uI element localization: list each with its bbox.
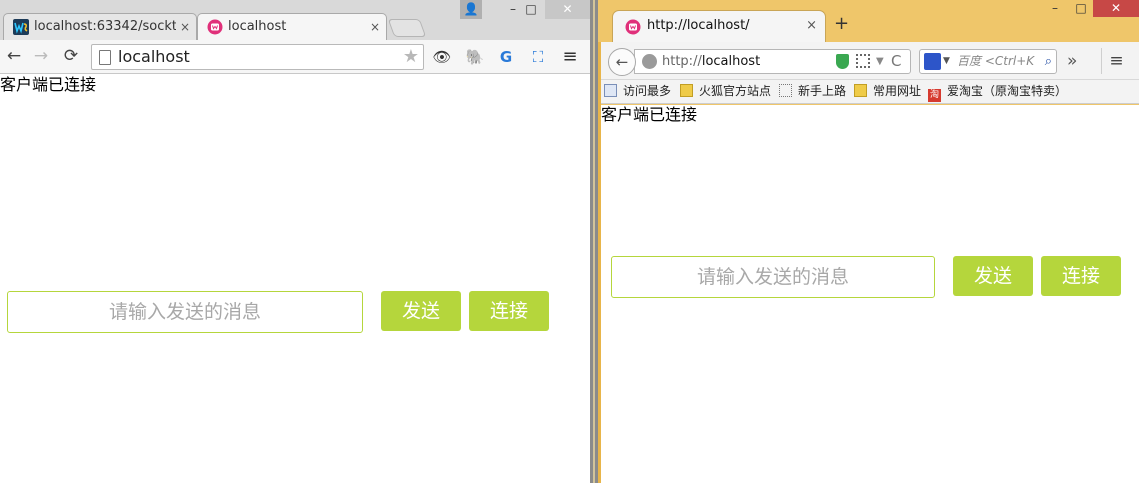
tab-localhost[interactable]: localhost × [197,13,387,40]
close-icon[interactable]: × [806,11,817,41]
chrome-toolbar: ← → ⟳ localhost ★ 👁 🐘 G ⛶ ≡ [0,40,590,74]
firefox-window: http://localhost/ × + – □ ✕ http://local… [598,0,1139,483]
tab-title: http://localhost/ [647,18,750,33]
bookmark-label: 访问最多 [623,84,672,98]
webstorm-icon [13,19,29,35]
dropdown-icon[interactable]: ▼ [876,50,884,73]
back-button[interactable]: ← [608,48,636,76]
send-button[interactable]: 发送 [381,291,461,331]
bookmark-ai-taobao[interactable]: 淘爱淘宝（原淘宝特卖） [928,80,1067,103]
bookmark-label: 常用网址 [873,84,922,98]
address-bar[interactable]: http://localhost ▼ C [634,49,911,74]
reload-button[interactable]: ⟳ [60,45,82,67]
close-window-button[interactable]: ✕ [545,0,590,19]
user-icon[interactable]: 👤 [460,0,482,19]
baidu-engine-icon[interactable] [924,53,941,70]
new-tab-button[interactable]: + [834,13,849,35]
address-text[interactable]: localhost [118,45,190,69]
page-icon [99,50,111,65]
bookmark-page-icon [604,84,617,97]
chrome-window: localhost:63342/sockte × localhost × 👤 –… [0,0,590,483]
bookmark-star-icon[interactable]: ★ [403,45,419,69]
firefox-navbar: http://localhost ▼ C ← ▼ 百度 <Ctrl+K ⌕ » … [601,42,1139,80]
window-divider [590,0,598,483]
menu-icon[interactable]: ≡ [1101,48,1131,74]
bookmark-label: 爱淘宝（原淘宝特卖） [947,84,1068,98]
firefox-page-content: 客户端已连接 请输入发送的消息 发送 连接 [601,105,1139,483]
localhost-page-icon [625,19,641,35]
minimize-button[interactable]: – [1043,0,1067,17]
menu-icon[interactable]: ≡ [560,47,580,67]
tab-title: localhost:63342/sockte [34,19,176,34]
url-scheme: http:// [662,54,702,69]
bookmark-label: 新手上路 [798,84,847,98]
message-input[interactable]: 请输入发送的消息 [7,291,363,333]
connection-status: 客户端已连接 [0,75,97,94]
bookmark-label: 火狐官方站点 [699,84,772,98]
tab-localhost[interactable]: http://localhost/ × [612,10,826,42]
reload-icon[interactable]: C [891,50,901,73]
close-window-button[interactable]: ✕ [1093,0,1139,17]
folder-icon [854,84,867,97]
blank-page-icon [779,84,792,97]
connection-status: 客户端已连接 [601,105,698,124]
qr-code-icon[interactable] [856,54,870,68]
g-extension-icon[interactable]: G [496,47,516,67]
dropdown-icon[interactable]: ▼ [943,50,950,73]
send-button[interactable]: 发送 [953,256,1033,296]
shield-icon[interactable] [836,54,849,69]
address-bar[interactable]: localhost ★ [91,44,424,70]
tab-webstorm[interactable]: localhost:63342/sockte × [3,13,197,40]
connect-button[interactable]: 连接 [1041,256,1121,296]
maximize-button[interactable]: □ [1069,0,1093,17]
globe-icon [642,54,657,69]
bookmark-firefox-official[interactable]: 火狐官方站点 [680,80,771,103]
bookmark-getting-started[interactable]: 新手上路 [779,80,846,103]
close-icon[interactable]: × [370,14,380,40]
taobao-icon: 淘 [928,89,941,102]
address-text[interactable]: http://localhost [662,50,760,73]
search-icon[interactable]: ⌕ [1045,50,1052,73]
message-input[interactable]: 请输入发送的消息 [611,256,935,298]
screenshot-extension-icon[interactable]: ⛶ [528,47,548,67]
url-host: localhost [701,54,761,69]
overflow-chevron-icon[interactable]: » [1067,50,1077,72]
tab-title: localhost [228,19,287,34]
localhost-page-icon [207,19,223,35]
firefox-titlebar: http://localhost/ × + – □ ✕ [598,0,1139,42]
folder-icon [680,84,693,97]
chrome-page-content: 客户端已连接 请输入发送的消息 发送 连接 [0,74,590,483]
chrome-tabstrip: localhost:63342/sockte × localhost × 👤 –… [0,0,590,40]
bookmark-common-sites[interactable]: 常用网址 [854,80,921,103]
search-placeholder: 百度 <Ctrl+K [957,54,1035,68]
maximize-button[interactable]: □ [518,0,544,19]
eye-extension-icon[interactable]: 👁 [432,47,452,67]
back-button[interactable]: ← [3,45,25,67]
forward-button[interactable]: → [30,45,52,67]
screen: localhost:63342/sockte × localhost × 👤 –… [0,0,1139,483]
evernote-extension-icon[interactable]: 🐘 [465,47,485,67]
search-bar[interactable]: ▼ 百度 <Ctrl+K ⌕ [919,49,1057,74]
divider-line [593,0,595,483]
bookmark-most-visited[interactable]: 访问最多 [604,80,671,103]
new-tab-button[interactable] [387,19,427,37]
close-icon[interactable]: × [180,14,190,40]
connect-button[interactable]: 连接 [469,291,549,331]
bookmarks-toolbar: 访问最多 火狐官方站点 新手上路 常用网址 淘爱淘宝（原淘宝特卖） [601,80,1139,104]
